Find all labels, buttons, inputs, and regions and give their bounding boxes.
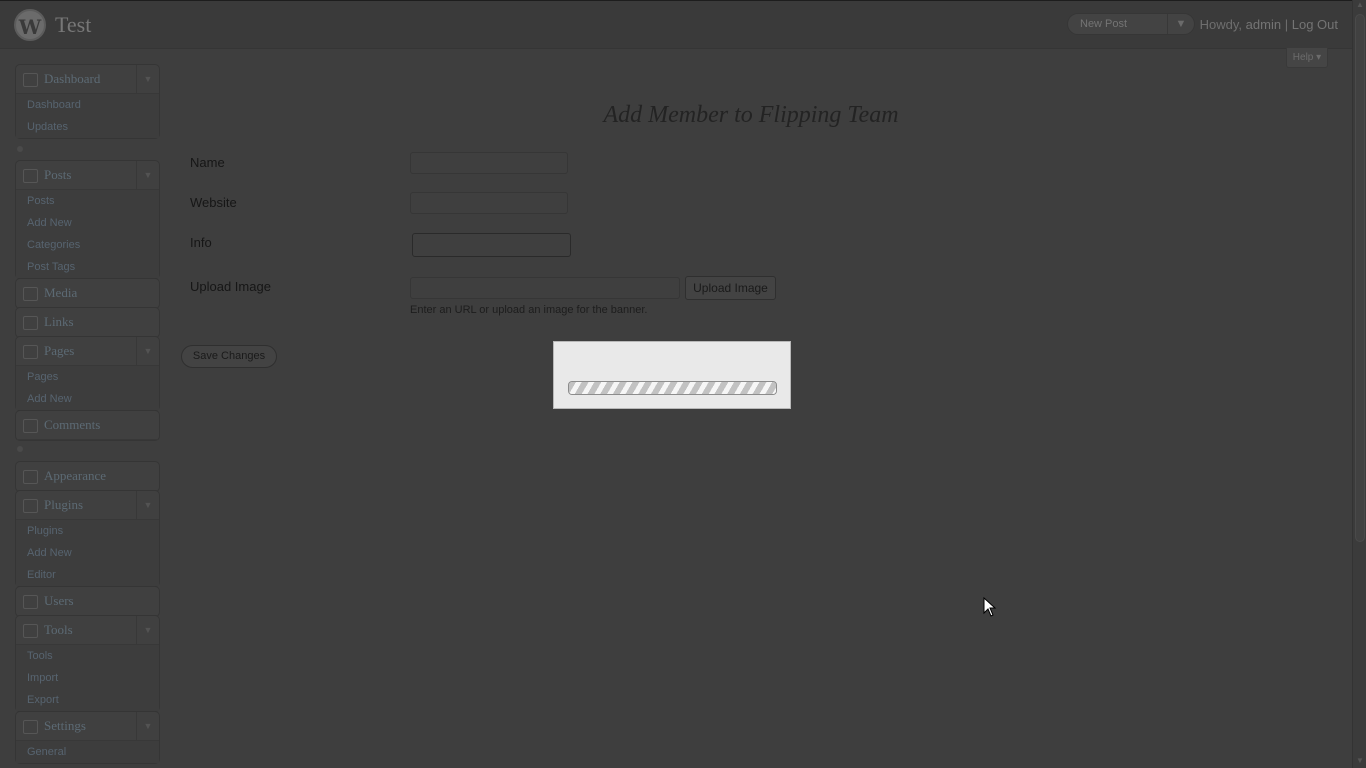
submenu-tools[interactable]: Tools <box>16 645 159 667</box>
admin-header: W Test New Post ▼ Howdy, admin | Log Out <box>0 0 1352 49</box>
submenu-posts[interactable]: Posts <box>16 190 159 212</box>
submenu-add-new-page[interactable]: Add New <box>16 388 159 410</box>
submenu-categories[interactable]: Categories <box>16 234 159 256</box>
links-icon <box>23 316 38 330</box>
save-changes-button[interactable]: Save Changes <box>181 345 277 368</box>
comments-icon <box>23 419 38 433</box>
submenu-add-new-post[interactable]: Add New <box>16 212 159 234</box>
website-label: Website <box>190 195 237 210</box>
menu-group-pages: Pages ▼ Pages Add New <box>15 336 160 411</box>
submenu-export[interactable]: Export <box>16 689 159 711</box>
submenu-add-new-plugin[interactable]: Add New <box>16 542 159 564</box>
menu-toggle-icon[interactable]: ▼ <box>136 616 159 644</box>
favorite-actions-dropdown[interactable]: New Post ▼ <box>1067 13 1195 35</box>
menu-posts[interactable]: Posts ▼ <box>16 161 159 190</box>
user-info-separator: | <box>1284 17 1289 32</box>
loading-progress-fill <box>569 382 776 394</box>
menu-media[interactable]: Media <box>16 279 159 308</box>
menu-comments[interactable]: Comments <box>16 411 159 440</box>
logout-link[interactable]: Log Out <box>1292 17 1338 32</box>
upload-image-label: Upload Image <box>190 279 271 294</box>
menu-toggle-icon[interactable]: ▼ <box>136 337 159 365</box>
website-input[interactable] <box>410 192 568 214</box>
plugins-icon <box>23 499 38 513</box>
submenu-post-tags[interactable]: Post Tags <box>16 256 159 278</box>
menu-group-appearance: Appearance <box>15 461 160 492</box>
loading-progress-bar <box>568 381 777 395</box>
loading-dialog <box>553 341 791 409</box>
menu-toggle-icon[interactable]: ▼ <box>136 712 159 740</box>
info-input[interactable] <box>412 233 571 257</box>
mouse-cursor-icon <box>983 597 997 617</box>
menu-group-dashboard: Dashboard ▼ Dashboard Updates <box>15 64 160 139</box>
menu-group-media: Media <box>15 278 160 309</box>
upload-image-url-input[interactable] <box>410 277 680 299</box>
submenu-editor[interactable]: Editor <box>16 564 159 586</box>
menu-group-posts: Posts ▼ Posts Add New Categories Post Ta… <box>15 160 160 279</box>
menu-tools[interactable]: Tools ▼ <box>16 616 159 645</box>
page-title: Add Member to Flipping Team <box>603 102 899 128</box>
menu-dashboard[interactable]: Dashboard ▼ <box>16 65 159 94</box>
menu-toggle-icon[interactable]: ▼ <box>136 161 159 189</box>
howdy-text: Howdy, <box>1199 17 1243 32</box>
settings-icon <box>23 720 38 734</box>
submenu-general[interactable]: General <box>16 741 159 763</box>
menu-group-settings: Settings ▼ General <box>15 711 160 764</box>
posts-icon <box>23 169 38 183</box>
menu-group-links: Links <box>15 307 160 338</box>
menu-group-tools: Tools ▼ Tools Import Export <box>15 615 160 712</box>
upload-image-button[interactable]: Upload Image <box>685 276 776 300</box>
site-title[interactable]: Test <box>55 12 91 38</box>
wordpress-logo-icon: W <box>14 9 46 41</box>
menu-settings[interactable]: Settings ▼ <box>16 712 159 741</box>
menu-users[interactable]: Users <box>16 587 159 616</box>
scroll-down-arrow-icon[interactable]: ▼ <box>1353 756 1366 768</box>
menu-separator <box>17 146 23 152</box>
upload-image-description: Enter an URL or upload an image for the … <box>410 304 648 316</box>
submenu-pages[interactable]: Pages <box>16 366 159 388</box>
submenu-import[interactable]: Import <box>16 667 159 689</box>
menu-toggle-icon[interactable]: ▼ <box>136 491 159 519</box>
vertical-scrollbar[interactable]: ▲ ▼ <box>1352 0 1366 768</box>
info-label: Info <box>190 235 212 250</box>
menu-pages[interactable]: Pages ▼ <box>16 337 159 366</box>
scroll-up-arrow-icon[interactable]: ▲ <box>1353 0 1366 12</box>
submenu-updates[interactable]: Updates <box>16 116 159 138</box>
menu-group-users: Users <box>15 586 160 617</box>
new-post-link[interactable]: New Post <box>1080 18 1127 30</box>
chevron-down-icon[interactable]: ▼ <box>1167 14 1194 34</box>
menu-plugins[interactable]: Plugins ▼ <box>16 491 159 520</box>
menu-separator <box>17 446 23 452</box>
name-label: Name <box>190 155 225 170</box>
users-icon <box>23 595 38 609</box>
media-icon <box>23 287 38 301</box>
menu-appearance[interactable]: Appearance <box>16 462 159 491</box>
menu-links[interactable]: Links <box>16 308 159 337</box>
menu-group-plugins: Plugins ▼ Plugins Add New Editor <box>15 490 160 587</box>
submenu-dashboard[interactable]: Dashboard <box>16 94 159 116</box>
scrollbar-thumb[interactable] <box>1355 14 1365 542</box>
menu-toggle-icon[interactable]: ▼ <box>136 65 159 93</box>
username-link[interactable]: admin <box>1246 17 1281 32</box>
user-info: Howdy, admin | Log Out <box>1200 17 1338 32</box>
submenu-plugins[interactable]: Plugins <box>16 520 159 542</box>
help-tab[interactable]: Help ▾ <box>1286 48 1328 68</box>
appearance-icon <box>23 470 38 484</box>
name-input[interactable] <box>410 152 568 174</box>
pages-icon <box>23 345 38 359</box>
menu-group-comments: Comments <box>15 410 160 441</box>
tools-icon <box>23 624 38 638</box>
dashboard-icon <box>23 73 38 87</box>
